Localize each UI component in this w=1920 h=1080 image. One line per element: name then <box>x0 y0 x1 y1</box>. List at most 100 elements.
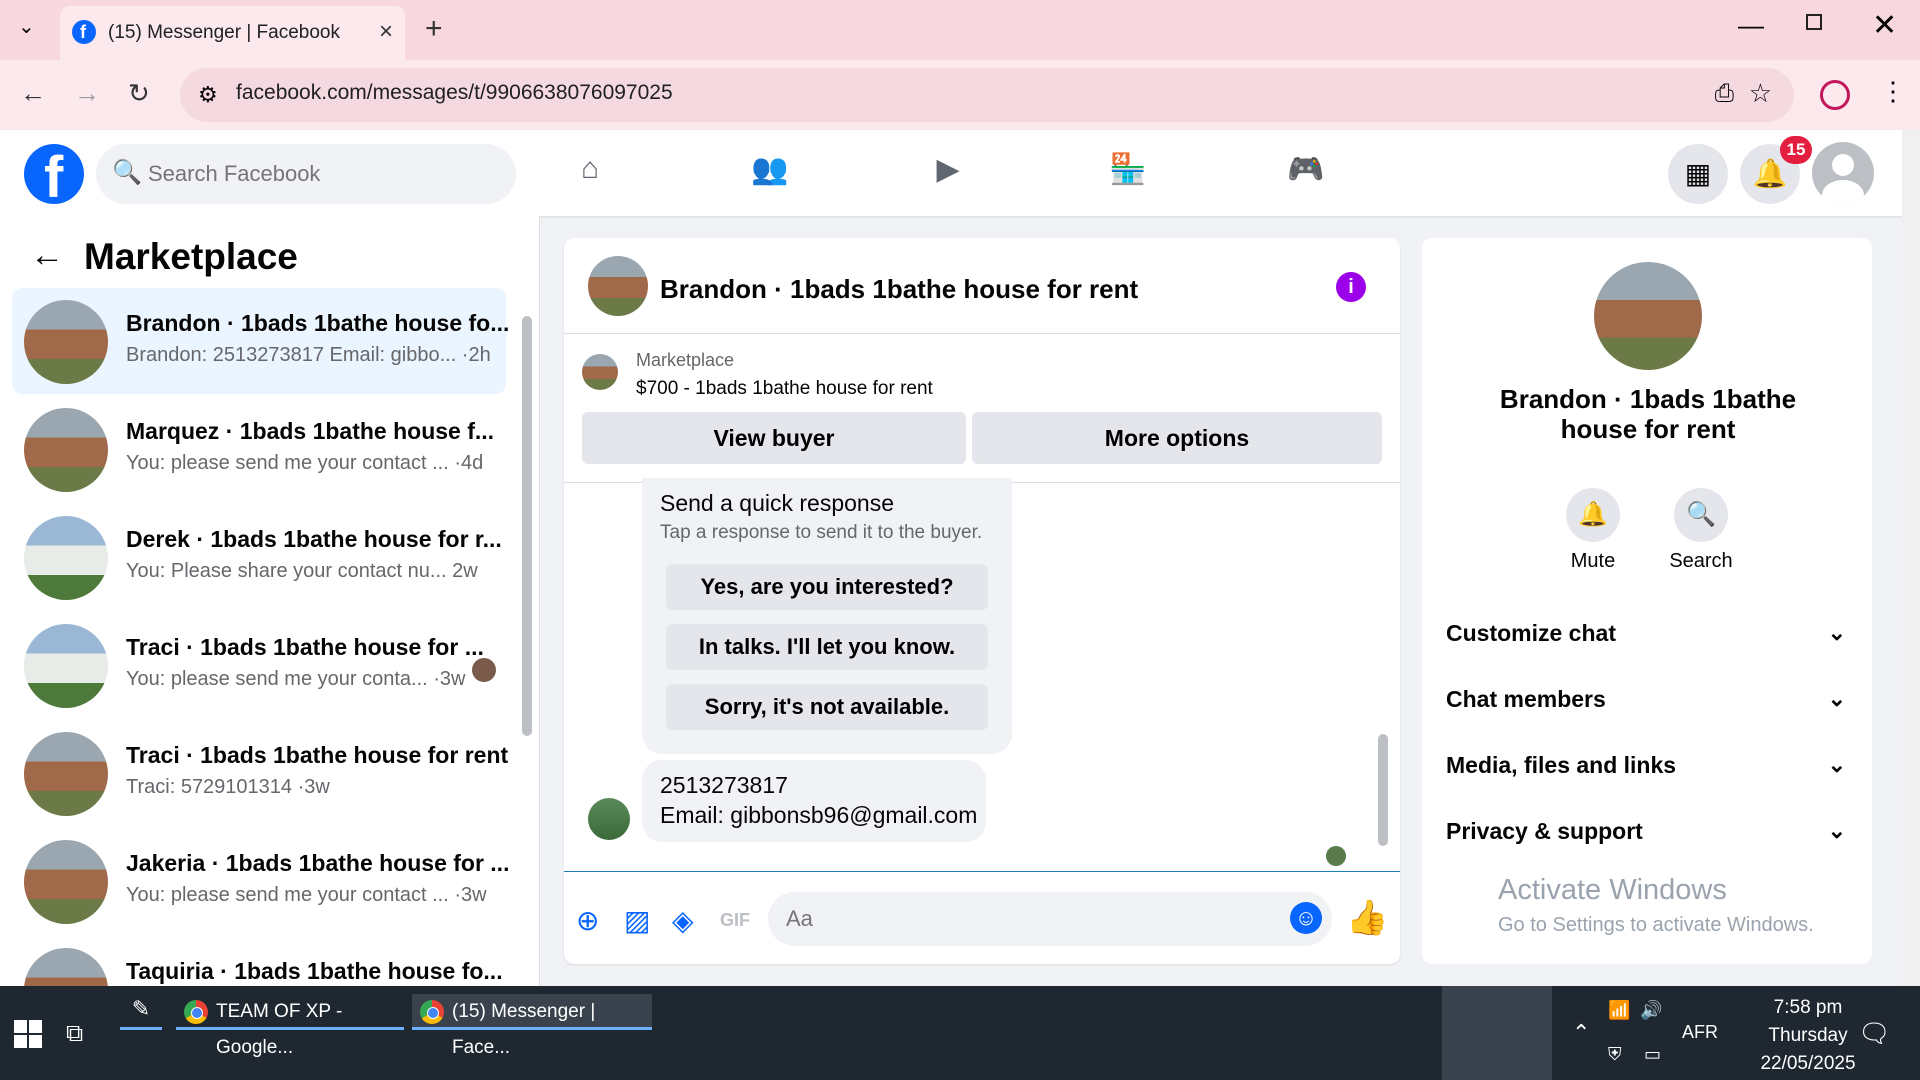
message-composer[interactable] <box>768 892 1332 946</box>
profile-avatar[interactable] <box>1594 262 1702 370</box>
message-input[interactable] <box>786 902 1266 936</box>
back-arrow-icon[interactable]: ← <box>20 78 46 109</box>
section-label: Media, files and links <box>1446 752 1677 778</box>
gif-icon[interactable]: GIF <box>720 910 750 931</box>
browser-menu-icon[interactable]: ⋮ <box>1880 76 1906 107</box>
account-avatar[interactable] <box>1812 142 1874 204</box>
friends-icon[interactable]: 👥 <box>750 152 790 192</box>
conversation-item[interactable]: Taquiria · 1bads 1bathe house fo... <box>12 936 506 986</box>
sticker-icon[interactable]: ◈ <box>672 904 694 937</box>
conversation-item[interactable]: Brandon · 1bads 1bathe house fo... Brand… <box>12 288 509 394</box>
house-thumbnail <box>24 516 108 600</box>
chat-scrollbar[interactable] <box>1378 734 1388 846</box>
notification-badge: 15 <box>1780 136 1812 164</box>
tab-list-chevron-icon[interactable]: ⌄ <box>18 14 35 39</box>
windows-start-icon[interactable] <box>14 1020 42 1048</box>
chat-list-scrollbar[interactable] <box>522 316 532 736</box>
thumbs-up-icon[interactable]: 👍 <box>1346 898 1388 938</box>
conversation-preview: You: please send me your contact ... ·3w <box>126 884 487 906</box>
back-arrow-icon[interactable]: ← <box>30 236 64 275</box>
video-icon[interactable]: ▶ <box>928 152 968 192</box>
house-thumbnail <box>24 408 108 492</box>
notifications-icon[interactable]: 🗨 <box>1858 1018 1891 1049</box>
mute-bell-icon[interactable]: 🔔 <box>1566 488 1620 542</box>
show-hidden-icons-icon[interactable]: ⌃ <box>1572 1020 1590 1046</box>
customize-chat-section[interactable]: Customize chat ⌄ <box>1446 620 1856 660</box>
facebook-search-input[interactable] <box>148 154 488 194</box>
conversation-preview: You: Please share your contact nu... 2w <box>126 560 478 582</box>
house-thumbnail <box>24 732 108 816</box>
install-app-icon[interactable]: ⎙ <box>1715 80 1734 108</box>
plus-icon[interactable]: ⊕ <box>576 904 599 937</box>
security-icon[interactable]: ⛨ <box>1608 1044 1622 1065</box>
home-icon[interactable]: ⌂ <box>570 152 610 192</box>
emoji-icon[interactable]: ☺ <box>1290 902 1322 934</box>
marketplace-icon[interactable]: 🏪 <box>1108 152 1148 192</box>
quick-reply-button[interactable]: Yes, are you interested? <box>666 564 988 610</box>
battery-icon[interactable]: ▭ <box>1644 1044 1661 1065</box>
window-restore-icon[interactable] <box>1806 14 1822 30</box>
site-settings-icon[interactable]: ⚙ <box>198 82 218 108</box>
conversation-name: Traci · 1bads 1bathe house for rent <box>126 742 509 768</box>
info-icon[interactable]: i <box>1336 272 1366 302</box>
conversation-item[interactable]: Marquez · 1bads 1bathe house f... You: p… <box>12 396 506 502</box>
window-minimize-icon[interactable]: — <box>1738 10 1764 41</box>
browser-tab-messenger[interactable]: (15) Messenger | Facebook × <box>60 6 405 60</box>
media-files-section[interactable]: Media, files and links ⌄ <box>1446 752 1856 792</box>
view-buyer-button[interactable]: View buyer <box>582 412 966 464</box>
listing-title[interactable]: $700 - 1bads 1bathe house for rent <box>636 378 933 400</box>
window-close-icon[interactable]: ✕ <box>1872 8 1897 43</box>
browser-profile-icon[interactable] <box>1820 80 1850 110</box>
privacy-support-section[interactable]: Privacy & support ⌄ <box>1446 818 1856 858</box>
conversation-preview: You: please send me your contact ... ·4d <box>126 452 484 474</box>
house-thumbnail <box>24 300 108 384</box>
url-text[interactable]: facebook.com/messages/t/9906638076097025 <box>236 81 673 105</box>
chat-title[interactable]: Brandon · 1bads 1bathe house for rent <box>660 274 1138 305</box>
reload-icon[interactable]: ↻ <box>128 78 150 109</box>
task-view-icon[interactable]: ⧉ <box>66 1020 83 1048</box>
conversation-item[interactable]: Traci · 1bads 1bathe house for ... You: … <box>12 612 506 718</box>
facebook-logo-icon[interactable] <box>24 144 84 211</box>
volume-icon[interactable]: 🔊 <box>1640 1000 1662 1021</box>
conversation-name: Jakeria · 1bads 1bathe house for ... <box>126 850 510 876</box>
forward-arrow-icon[interactable]: → <box>74 78 100 109</box>
tab-title: (15) Messenger | Facebook <box>108 22 340 43</box>
address-bar[interactable]: ⚙ facebook.com/messages/t/99066380760970… <box>180 68 1794 122</box>
profile-name: Brandon · 1bads 1bathe house for rent <box>1499 384 1797 444</box>
seen-avatar <box>1326 846 1346 866</box>
section-label: Customize chat <box>1446 620 1616 646</box>
page-scrollbar[interactable] <box>1902 130 1920 986</box>
photo-icon[interactable]: ▨ <box>624 904 650 937</box>
conversation-preview: You: please send me your conta... ·3w <box>126 668 466 690</box>
taskbar-chrome-messenger[interactable]: (15) Messenger | Face... <box>412 994 652 1058</box>
conversation-item[interactable]: Traci · 1bads 1bathe house for rent Trac… <box>12 720 509 826</box>
activate-windows-title: Activate Windows <box>1498 874 1727 906</box>
search-icon[interactable]: 🔍 <box>1674 488 1728 542</box>
clock[interactable]: 7:58 pm Thursday 22/05/2025 <box>1748 994 1868 1078</box>
conversation-name: Marquez · 1bads 1bathe house f... <box>126 418 495 444</box>
menu-grid-icon[interactable]: ▦ <box>1668 144 1728 204</box>
facebook-search[interactable]: 🔍 <box>96 144 516 204</box>
gaming-icon[interactable]: 🎮 <box>1286 152 1326 192</box>
conversation-item[interactable]: Jakeria · 1bads 1bathe house for ... You… <box>12 828 510 934</box>
taskbar-highlight <box>1442 986 1552 1080</box>
chat-members-section[interactable]: Chat members ⌄ <box>1446 686 1856 726</box>
new-tab-button[interactable]: + <box>425 12 443 46</box>
bookmark-star-icon[interactable]: ☆ <box>1749 78 1772 109</box>
activate-windows-subtitle: Go to Settings to activate Windows. <box>1498 914 1814 936</box>
taskbar-chrome-team-of-xp[interactable]: TEAM OF XP - Google... <box>176 994 404 1058</box>
pinned-app-icon[interactable]: ✎ <box>120 996 162 1030</box>
quick-reply-button[interactable]: Sorry, it's not available. <box>666 684 988 730</box>
wifi-icon[interactable]: 📶 <box>1608 1000 1630 1021</box>
chevron-down-icon: ⌄ <box>1827 686 1846 711</box>
tab-close-icon[interactable]: × <box>379 18 393 46</box>
language-indicator[interactable]: AFR <box>1682 1022 1718 1043</box>
more-options-button[interactable]: More options <box>972 412 1382 464</box>
chat-avatar[interactable] <box>588 256 648 316</box>
quick-reply-button[interactable]: In talks. I'll let you know. <box>666 624 988 670</box>
section-label: Privacy & support <box>1446 818 1643 844</box>
conversation-preview: Brandon: 2513273817 Email: gibbo... ·2h <box>126 344 491 366</box>
house-thumbnail <box>24 624 108 708</box>
conversation-item[interactable]: Derek · 1bads 1bathe house for r... You:… <box>12 504 506 610</box>
section-label: Chat members <box>1446 686 1606 712</box>
